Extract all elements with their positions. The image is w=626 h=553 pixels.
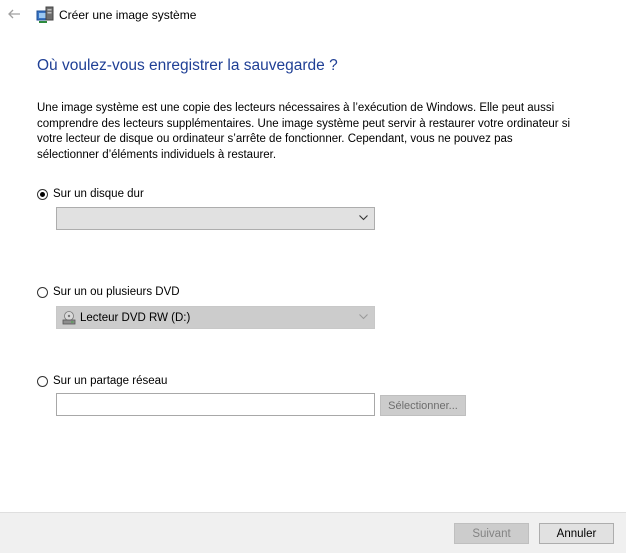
footer-bar: Suivant Annuler bbox=[0, 512, 626, 553]
description-text: Une image système est une copie des lect… bbox=[37, 102, 571, 161]
page-heading: Où voulez-vous enregistrer la sauvegarde… bbox=[37, 57, 338, 74]
chevron-down-icon bbox=[359, 215, 368, 221]
dvd-drive-icon bbox=[62, 311, 76, 325]
radio-dvd[interactable]: Sur un ou plusieurs DVD bbox=[37, 286, 180, 298]
radio-dvd-label: Sur un ou plusieurs DVD bbox=[53, 286, 180, 298]
radio-hard-disk-label: Sur un disque dur bbox=[53, 188, 144, 200]
radio-hard-disk[interactable]: Sur un disque dur bbox=[37, 188, 144, 200]
system-image-icon bbox=[36, 6, 54, 23]
hard-disk-dropdown[interactable] bbox=[56, 207, 375, 230]
radio-network-share[interactable]: Sur un partage réseau bbox=[37, 375, 167, 387]
radio-button-unselected[interactable] bbox=[37, 286, 48, 298]
next-button: Suivant bbox=[454, 523, 529, 544]
radio-button-selected[interactable] bbox=[37, 188, 48, 200]
network-path-input[interactable] bbox=[56, 393, 375, 416]
dvd-drive-dropdown: Lecteur DVD RW (D:) bbox=[56, 306, 375, 329]
browse-button: Sélectionner... bbox=[380, 395, 466, 416]
chevron-down-icon bbox=[359, 314, 368, 320]
title-bar: Créer une image système bbox=[0, 0, 626, 30]
cancel-button[interactable]: Annuler bbox=[539, 523, 614, 544]
back-arrow-icon[interactable] bbox=[6, 6, 22, 22]
radio-button-unselected[interactable] bbox=[37, 375, 48, 387]
radio-network-share-label: Sur un partage réseau bbox=[53, 375, 168, 387]
dvd-drive-value: Lecteur DVD RW (D:) bbox=[80, 312, 191, 324]
window-title: Créer une image système bbox=[59, 8, 197, 22]
